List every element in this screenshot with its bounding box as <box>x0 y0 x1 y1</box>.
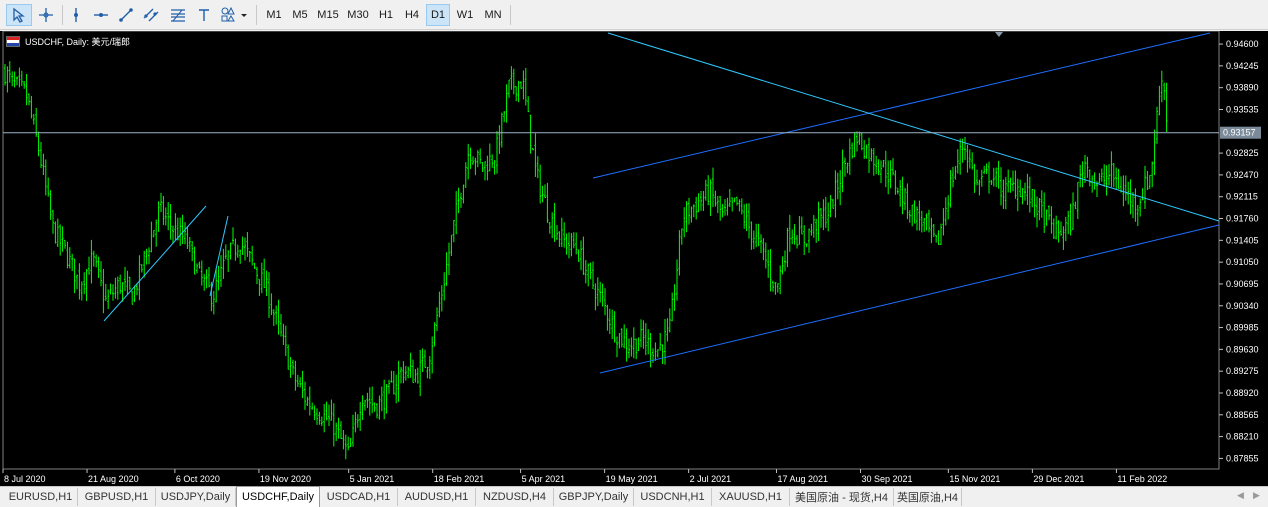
date-tick-label: 5 Apr 2021 <box>522 474 566 484</box>
channel-lower-line[interactable] <box>599 224 1220 374</box>
tab-chart[interactable]: USDCAD,H1 <box>320 488 398 506</box>
toolbar: M1 M5 M15 M30 H1 H4 D1 W1 MN <box>0 0 1268 30</box>
timeframe-h4-button[interactable]: H4 <box>400 4 424 26</box>
price-tick-label: 0.93890 <box>1226 83 1259 93</box>
timeframe-m15-button[interactable]: M15 <box>314 4 342 26</box>
shapes-icon[interactable] <box>217 4 251 26</box>
vertical-line-icon[interactable] <box>64 4 88 26</box>
date-tick-label: 11 Feb 2022 <box>1117 474 1167 484</box>
timeframe-w1-button[interactable]: W1 <box>452 4 478 26</box>
date-tick-label: 5 Jan 2021 <box>350 474 395 484</box>
price-tick-label: 0.90340 <box>1226 301 1259 311</box>
horizontal-line-icon[interactable] <box>89 4 113 26</box>
price-tick-label: 0.89985 <box>1226 323 1259 333</box>
price-tick-label: 0.91405 <box>1226 235 1259 245</box>
timeframe-d1-button[interactable]: D1 <box>426 4 450 26</box>
trendline-icon[interactable] <box>114 4 138 26</box>
chart-area[interactable]: 0.94600 0.94245 0.93890 0.93535 0.92825 0.924… <box>0 30 1268 486</box>
current-price-label: 0.93157 <box>1223 128 1256 138</box>
timeframe-m30-button[interactable]: M30 <box>344 4 372 26</box>
shift-marker-icon <box>995 32 1003 37</box>
date-tick-label: 6 Oct 2020 <box>176 474 220 484</box>
price-tick-label: 0.91050 <box>1226 257 1259 267</box>
price-tick-label: 0.89275 <box>1226 366 1259 376</box>
price-tick-label: 0.93535 <box>1226 104 1259 114</box>
chart-tab-bar: EURUSD,H1 GBPUSD,H1 USDJPY,Daily USDCHF,Dai… <box>0 486 1268 507</box>
price-tick-label: 0.87855 <box>1226 453 1259 463</box>
small-trendline[interactable] <box>103 205 207 322</box>
price-tick-label: 0.91760 <box>1226 214 1259 224</box>
price-tick-label: 0.90695 <box>1226 279 1259 289</box>
price-tick-label: 0.88920 <box>1226 388 1259 398</box>
price-tick-label: 0.92115 <box>1226 192 1258 202</box>
price-tick-label: 0.89630 <box>1226 344 1259 354</box>
toolbar-separator <box>256 5 257 25</box>
date-tick-label: 2 Jul 2021 <box>690 474 732 484</box>
chart-title: USDCHF, Daily: 美元/瑞郎 <box>25 37 131 47</box>
price-tick-label: 0.92825 <box>1226 148 1259 158</box>
date-tick-label: 21 Aug 2020 <box>88 474 139 484</box>
tab-chart[interactable]: GBPUSD,H1 <box>78 488 156 506</box>
tab-chart[interactable]: EURUSD,H1 <box>4 488 78 506</box>
tab-active-chart[interactable]: USDCHF,Daily <box>236 486 320 507</box>
chart-header: USDCHF, Daily: 美元/瑞郎 <box>6 35 130 48</box>
date-tick-label: 17 Aug 2021 <box>777 474 828 484</box>
timeframe-m5-button[interactable]: M5 <box>288 4 312 26</box>
date-tick-label: 19 Nov 2020 <box>260 474 311 484</box>
descending-trendline[interactable] <box>607 32 1220 222</box>
timeframe-m1-button[interactable]: M1 <box>262 4 286 26</box>
price-chart[interactable]: 0.94600 0.94245 0.93890 0.93535 0.92825 0.924… <box>0 30 1268 486</box>
toolbar-separator <box>62 5 63 25</box>
date-tick-label: 19 May 2021 <box>606 474 658 484</box>
tab-chart[interactable]: XAUUSD,H1 <box>712 488 790 506</box>
price-tick-label: 0.94600 <box>1226 39 1259 49</box>
price-tick-label: 0.94245 <box>1226 61 1259 71</box>
plot-frame <box>2 30 1220 470</box>
date-tick-label: 30 Sep 2021 <box>862 474 913 484</box>
toolbar-separator <box>510 5 511 25</box>
price-tick-label: 0.88210 <box>1226 432 1259 442</box>
flag-icon <box>6 36 20 47</box>
cursor-icon[interactable] <box>6 4 32 26</box>
fibonacci-icon[interactable] <box>165 4 191 26</box>
timeframe-mn-button[interactable]: MN <box>480 4 506 26</box>
price-tick-label: 0.88565 <box>1226 410 1259 420</box>
channel-icon[interactable] <box>139 4 163 26</box>
channel-upper-line[interactable] <box>592 32 1211 179</box>
tab-chart[interactable]: 英国原油,H4 <box>894 488 962 506</box>
tab-chart[interactable]: USDJPY,Daily <box>156 488 236 506</box>
date-tick-label: 8 Jul 2020 <box>4 474 46 484</box>
date-tick-label: 18 Feb 2021 <box>434 474 485 484</box>
tab-chart[interactable]: 美国原油 - 现货,H4 <box>790 488 894 506</box>
tab-chart[interactable]: AUDUSD,H1 <box>398 488 476 506</box>
crosshair-icon[interactable] <box>33 4 59 26</box>
tab-chart[interactable]: NZDUSD,H4 <box>476 488 554 506</box>
timeframe-h1-button[interactable]: H1 <box>374 4 398 26</box>
date-tick-label: 15 Nov 2021 <box>949 474 1000 484</box>
date-tick-label: 29 Dec 2021 <box>1033 474 1084 484</box>
tab-chart[interactable]: USDCNH,H1 <box>634 488 712 506</box>
tab-chart[interactable]: GBPJPY,Daily <box>554 488 634 506</box>
price-tick-label: 0.92470 <box>1226 170 1259 180</box>
tab-scroll-left-icon[interactable]: ◀ <box>1237 490 1244 501</box>
text-icon[interactable] <box>192 4 216 26</box>
tab-scroll-right-icon[interactable]: ▶ <box>1253 490 1260 501</box>
